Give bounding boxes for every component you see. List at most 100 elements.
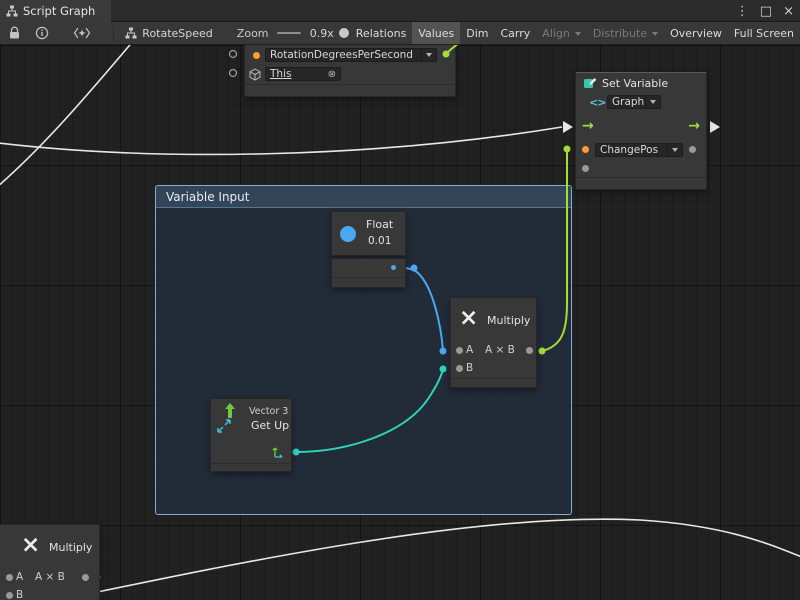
variable-scope-value: Graph <box>612 96 644 108</box>
port-getup-output[interactable] <box>293 449 300 456</box>
edit-graph-icon[interactable] <box>73 27 91 39</box>
tab-script-graph[interactable]: Script Graph <box>0 0 111 22</box>
input-a-label: A <box>466 344 473 356</box>
variable-port-icon[interactable] <box>253 52 260 59</box>
node-multiply-bottom[interactable]: × Multiply A A × B B <box>0 524 100 600</box>
input-b-port[interactable] <box>456 365 463 372</box>
flow-out-port-icon[interactable]: → <box>688 119 700 133</box>
port-variable-name-external[interactable] <box>230 51 237 58</box>
set-variable-name-value: ChangePos <box>600 144 658 156</box>
relations-button[interactable]: Relations <box>350 22 413 45</box>
node-set-variable[interactable]: Set Variable <> Graph → → ChangePos <box>575 72 707 190</box>
dropdown-caret-icon <box>652 32 658 36</box>
node-footer <box>211 463 291 472</box>
multiply-icon: × <box>459 307 478 330</box>
node-float-body[interactable] <box>331 258 406 288</box>
distribute-button-label: Distribute <box>593 27 647 40</box>
node-title: Set Variable <box>602 77 668 90</box>
align-button-label: Align <box>542 27 570 40</box>
target-value: This <box>270 68 291 80</box>
port-target-external[interactable] <box>230 70 237 77</box>
input-a-port[interactable] <box>6 574 13 581</box>
field-caret <box>645 96 656 108</box>
variable-scope-dropdown[interactable]: Graph <box>607 95 661 109</box>
values-button[interactable]: Values <box>412 22 460 45</box>
flow-input-arrow[interactable] <box>563 121 573 133</box>
float-value[interactable]: 0.01 <box>368 235 391 247</box>
float-out-port[interactable] <box>391 265 396 270</box>
node-float-widget[interactable]: Float 0.01 <box>331 211 406 256</box>
dropdown-caret-icon <box>426 53 432 57</box>
window-controls: ⋮ □ × <box>736 0 794 22</box>
node-type-label: Vector 3 <box>249 406 288 417</box>
field-caret <box>421 49 432 61</box>
zoom-label: Zoom <box>237 27 269 40</box>
node-footer <box>245 84 455 97</box>
dropdown-caret-icon <box>575 32 581 36</box>
node-footer <box>576 177 706 190</box>
target-object-field[interactable]: This ⊗ <box>265 67 341 81</box>
node-footer <box>332 277 405 288</box>
port-multiply-output[interactable] <box>539 348 546 355</box>
flow-in-port-icon[interactable]: → <box>582 119 594 133</box>
info-icon[interactable] <box>35 26 49 40</box>
distribute-button[interactable]: Distribute <box>587 22 664 45</box>
wire-getup-to-multiply-b[interactable] <box>296 369 443 452</box>
set-variable-name-dropdown[interactable]: ChangePos <box>595 143 683 157</box>
clear-target-icon[interactable]: ⊗ <box>328 69 336 80</box>
wire-multiply-to-changepos[interactable] <box>542 149 567 351</box>
wire-control-in[interactable] <box>0 127 562 154</box>
zoom-slider-handle[interactable] <box>339 28 349 38</box>
input-a-port[interactable] <box>456 347 463 354</box>
cube-icon <box>249 68 261 84</box>
output-port[interactable] <box>526 347 533 354</box>
vector3-port-icon[interactable] <box>271 445 285 462</box>
field-caret <box>667 144 678 156</box>
variable-port-icon[interactable] <box>582 146 589 153</box>
script-graph-icon <box>6 5 18 17</box>
variable-name-dropdown[interactable]: RotationDegreesPerSecond <box>265 48 437 62</box>
zoom-slider[interactable] <box>277 32 301 34</box>
window-menu-icon[interactable]: ⋮ <box>736 5 749 18</box>
output-port[interactable] <box>82 574 89 581</box>
graph-name: RotateSpeed <box>142 27 213 40</box>
node-rotation-variable[interactable]: RotationDegreesPerSecond This ⊗ <box>244 45 456 97</box>
graph-toolbar: RotateSpeed Zoom 0.9x Relations Values D… <box>0 22 800 45</box>
float-type-icon <box>340 226 356 242</box>
port-float-output[interactable] <box>411 265 418 272</box>
graph-canvas[interactable]: Variable Input RotationDegreesPerSecond <box>0 45 800 600</box>
graph-asset-icon <box>125 27 137 39</box>
node-multiply[interactable]: × Multiply A A × B B <box>450 297 537 388</box>
fullscreen-button[interactable]: Full Screen <box>728 22 800 45</box>
input-b-port[interactable] <box>6 592 13 599</box>
port-multiply-b-input[interactable] <box>440 366 447 373</box>
overview-button[interactable]: Overview <box>664 22 728 45</box>
window-maximize-icon[interactable]: □ <box>760 5 772 18</box>
zoom-value: 0.9x <box>310 27 334 40</box>
carry-button[interactable]: Carry <box>495 22 537 45</box>
wire-control-bottom[interactable] <box>40 519 800 600</box>
value-out-port[interactable] <box>689 146 696 153</box>
lock-icon[interactable] <box>8 26 21 40</box>
node-title: Get Up <box>251 419 289 432</box>
graph-variable-kind-icon: <> <box>589 96 605 109</box>
output-label: A × B <box>35 571 65 583</box>
input-b-label: B <box>16 589 23 600</box>
port-multiply-a-input[interactable] <box>440 348 447 355</box>
node-title: Multiply <box>487 314 530 327</box>
variable-name-value: RotationDegreesPerSecond <box>270 49 413 61</box>
flow-output-arrow[interactable] <box>710 121 720 133</box>
dropdown-caret-icon <box>672 148 678 152</box>
node-title: Float <box>366 218 393 231</box>
dim-button[interactable]: Dim <box>460 22 494 45</box>
node-get-up[interactable]: Vector 3 Get Up <box>210 398 292 472</box>
window-titlebar: Script Graph ⋮ □ × <box>0 0 800 22</box>
input-a-label: A <box>16 571 23 583</box>
wire-control-left[interactable] <box>0 45 140 193</box>
vector-arrows-icon <box>217 419 231 436</box>
port-changepos-input[interactable] <box>564 146 571 153</box>
align-button[interactable]: Align <box>536 22 587 45</box>
value-in-port[interactable] <box>582 165 589 172</box>
window-close-icon[interactable]: × <box>783 5 794 18</box>
tab-title: Script Graph <box>23 4 95 18</box>
